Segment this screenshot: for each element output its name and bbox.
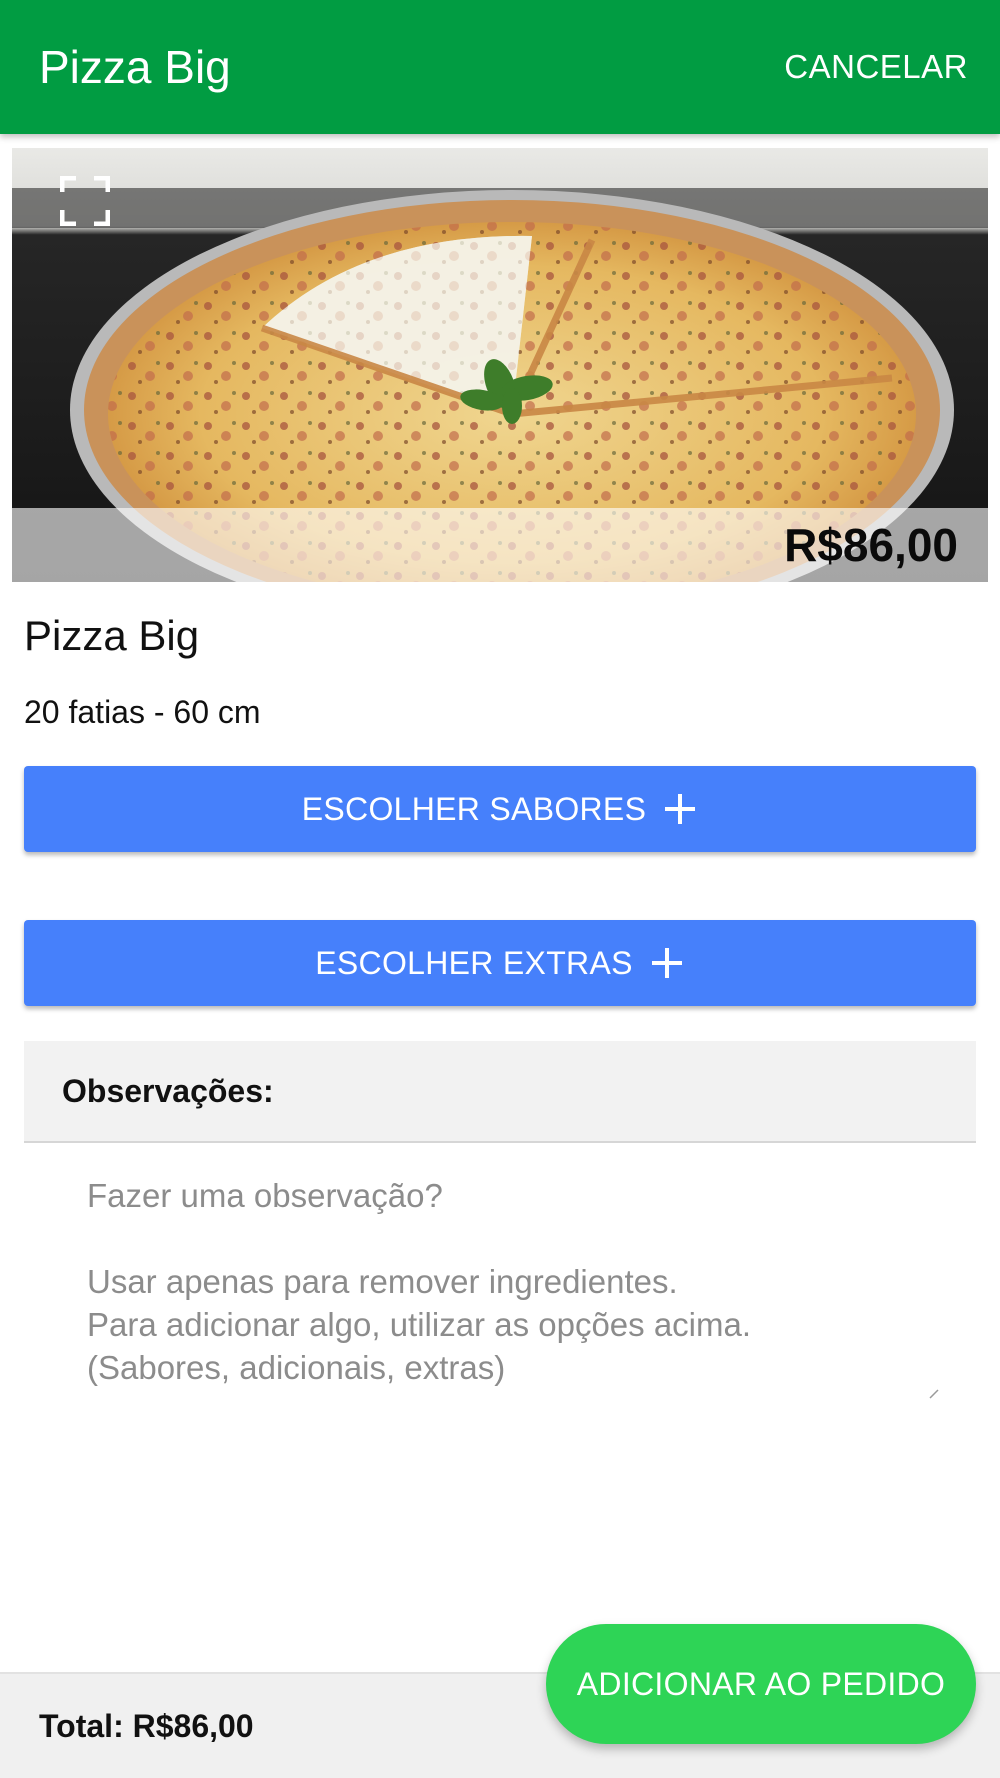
choose-flavors-button[interactable]: ESCOLHER SABORES — [24, 766, 976, 852]
add-to-order-label: ADICIONAR AO PEDIDO — [576, 1665, 946, 1702]
resize-handle-icon[interactable] — [928, 1388, 940, 1400]
plus-icon — [665, 794, 696, 824]
product-price: R$86,00 — [784, 519, 958, 571]
notes-textarea[interactable]: Fazer uma observação? Usar apenas para r… — [24, 1146, 976, 1406]
product-image[interactable]: R$86,00 — [12, 148, 988, 582]
fullscreen-expand-icon[interactable] — [60, 176, 110, 226]
order-total: Total: R$86,00 — [39, 1707, 254, 1744]
app-bar: Pizza Big CANCELAR — [0, 0, 1000, 134]
product-name: Pizza Big — [24, 612, 200, 659]
plus-icon — [651, 948, 682, 978]
cancel-button[interactable]: CANCELAR — [784, 48, 968, 86]
price-band: R$86,00 — [12, 508, 988, 582]
page-title: Pizza Big — [39, 41, 231, 93]
notes-header: Observações: — [24, 1041, 976, 1143]
product-description: 20 fatias - 60 cm — [24, 694, 261, 730]
choose-extras-button[interactable]: ESCOLHER EXTRAS — [24, 920, 976, 1006]
add-to-order-button[interactable]: ADICIONAR AO PEDIDO — [546, 1624, 976, 1744]
choose-extras-label: ESCOLHER EXTRAS — [315, 944, 633, 981]
notes-placeholder: Fazer uma observação? Usar apenas para r… — [87, 1177, 752, 1386]
notes-label: Observações: — [62, 1072, 274, 1109]
choose-flavors-label: ESCOLHER SABORES — [301, 790, 647, 827]
